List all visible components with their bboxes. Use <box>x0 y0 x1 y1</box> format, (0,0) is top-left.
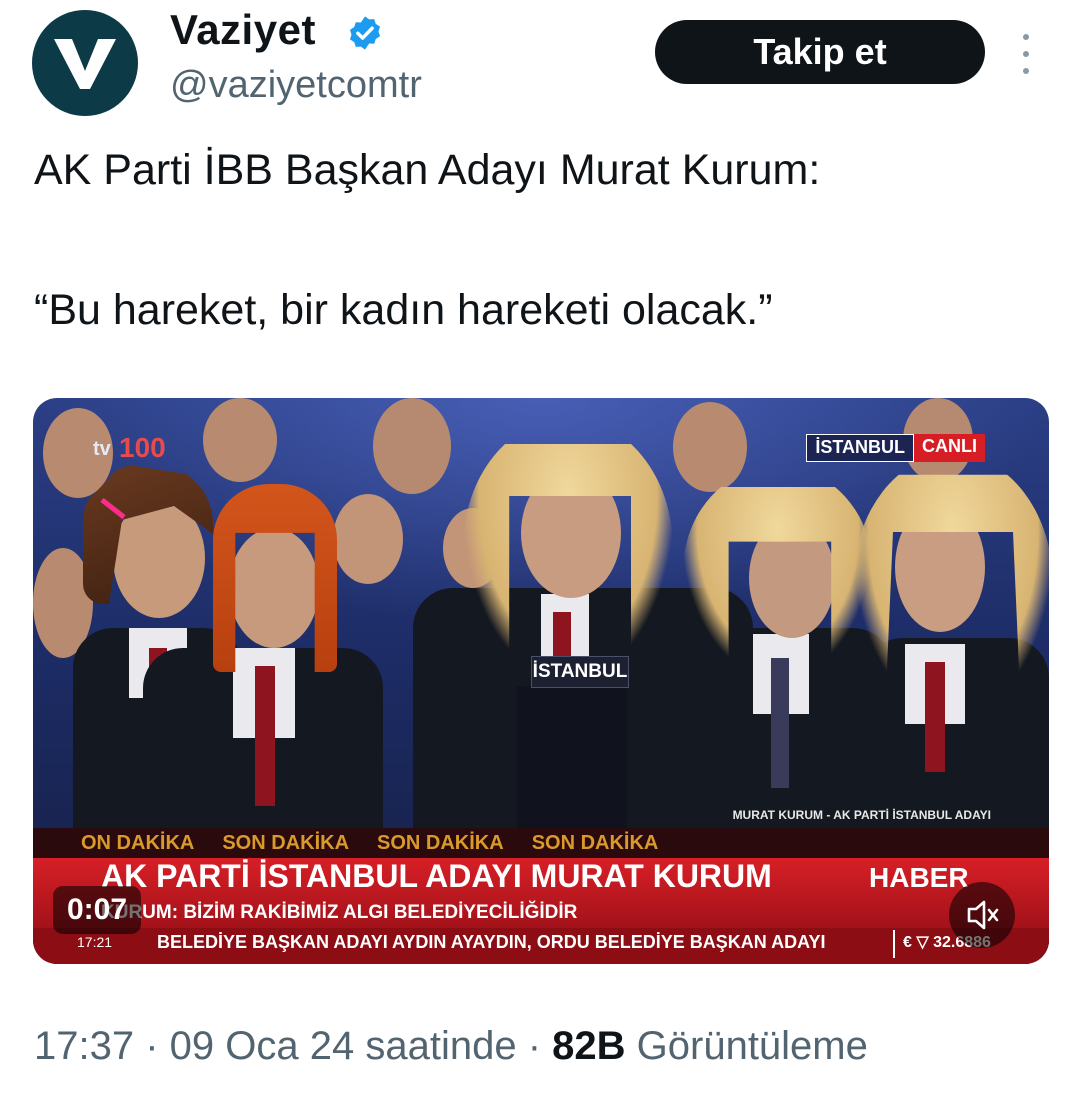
account-handle[interactable]: @vaziyetcomtr <box>170 64 422 107</box>
live-city: İSTANBUL <box>806 434 914 462</box>
chyron-subline: KURUM: BİZİM RAKİBİMİZ ALGI BELEDİYECİLİ… <box>101 902 578 923</box>
tweet-date[interactable]: 09 Oca 24 saatinde <box>170 1024 517 1068</box>
podium-label: İSTANBUL <box>531 656 629 688</box>
tweet-meta: 17:37 · 09 Oca 24 saatinde · 82B Görüntü… <box>34 1024 868 1069</box>
video-player[interactable]: İSTANBUL tv 100 İSTANBUL CANLI MURAT KUR… <box>33 398 1049 964</box>
follow-button[interactable]: Takip et <box>655 20 985 84</box>
tweet-text-quote: “Bu hareket, bir kadın hareketi olacak.” <box>34 286 773 334</box>
vaziyet-v-logo-icon <box>54 39 116 89</box>
breaking-news-bar: ON DAKİKA SON DAKİKA SON DAKİKA SON DAKİ… <box>33 828 1049 858</box>
speaker-caption: MURAT KURUM - AK PARTİ İSTANBUL ADAYI <box>732 808 991 822</box>
views-count[interactable]: 82B <box>552 1024 625 1068</box>
breaking-label: SON DAKİKA <box>531 831 659 854</box>
chyron-headline: AK PARTİ İSTANBUL ADAYI MURAT KURUM <box>101 858 772 894</box>
ticker-text: BELEDİYE BAŞKAN ADAYI AYDIN AYAYDIN, ORD… <box>157 932 826 952</box>
tweet-time[interactable]: 17:37 <box>34 1024 134 1068</box>
channel-logo: tv <box>93 438 111 460</box>
video-duration: 0:07 <box>53 886 142 934</box>
tweet-text-line1: AK Parti İBB Başkan Adayı Murat Kurum: <box>34 146 821 194</box>
speaker-muted-icon <box>967 900 999 930</box>
verified-badge-icon <box>349 16 381 50</box>
avatar[interactable] <box>32 10 138 116</box>
breaking-label: SON DAKİKA <box>377 831 504 854</box>
account-name[interactable]: Vaziyet <box>170 6 316 54</box>
ticker-time: 17:21 <box>77 934 113 950</box>
breaking-label: SON DAKİKA <box>222 831 350 854</box>
views-label[interactable]: Görüntüleme <box>637 1024 868 1068</box>
separator: · <box>516 1024 553 1068</box>
channel-logo-suffix: 100 <box>119 432 166 463</box>
live-label: CANLI <box>914 434 985 462</box>
mute-button[interactable] <box>949 882 1015 948</box>
breaking-label: ON DAKİKA <box>81 831 195 854</box>
more-options-icon[interactable] <box>1014 34 1038 74</box>
separator: · <box>134 1024 170 1068</box>
ticker-separator <box>893 930 895 958</box>
live-badge: İSTANBUL CANLI <box>806 434 985 462</box>
